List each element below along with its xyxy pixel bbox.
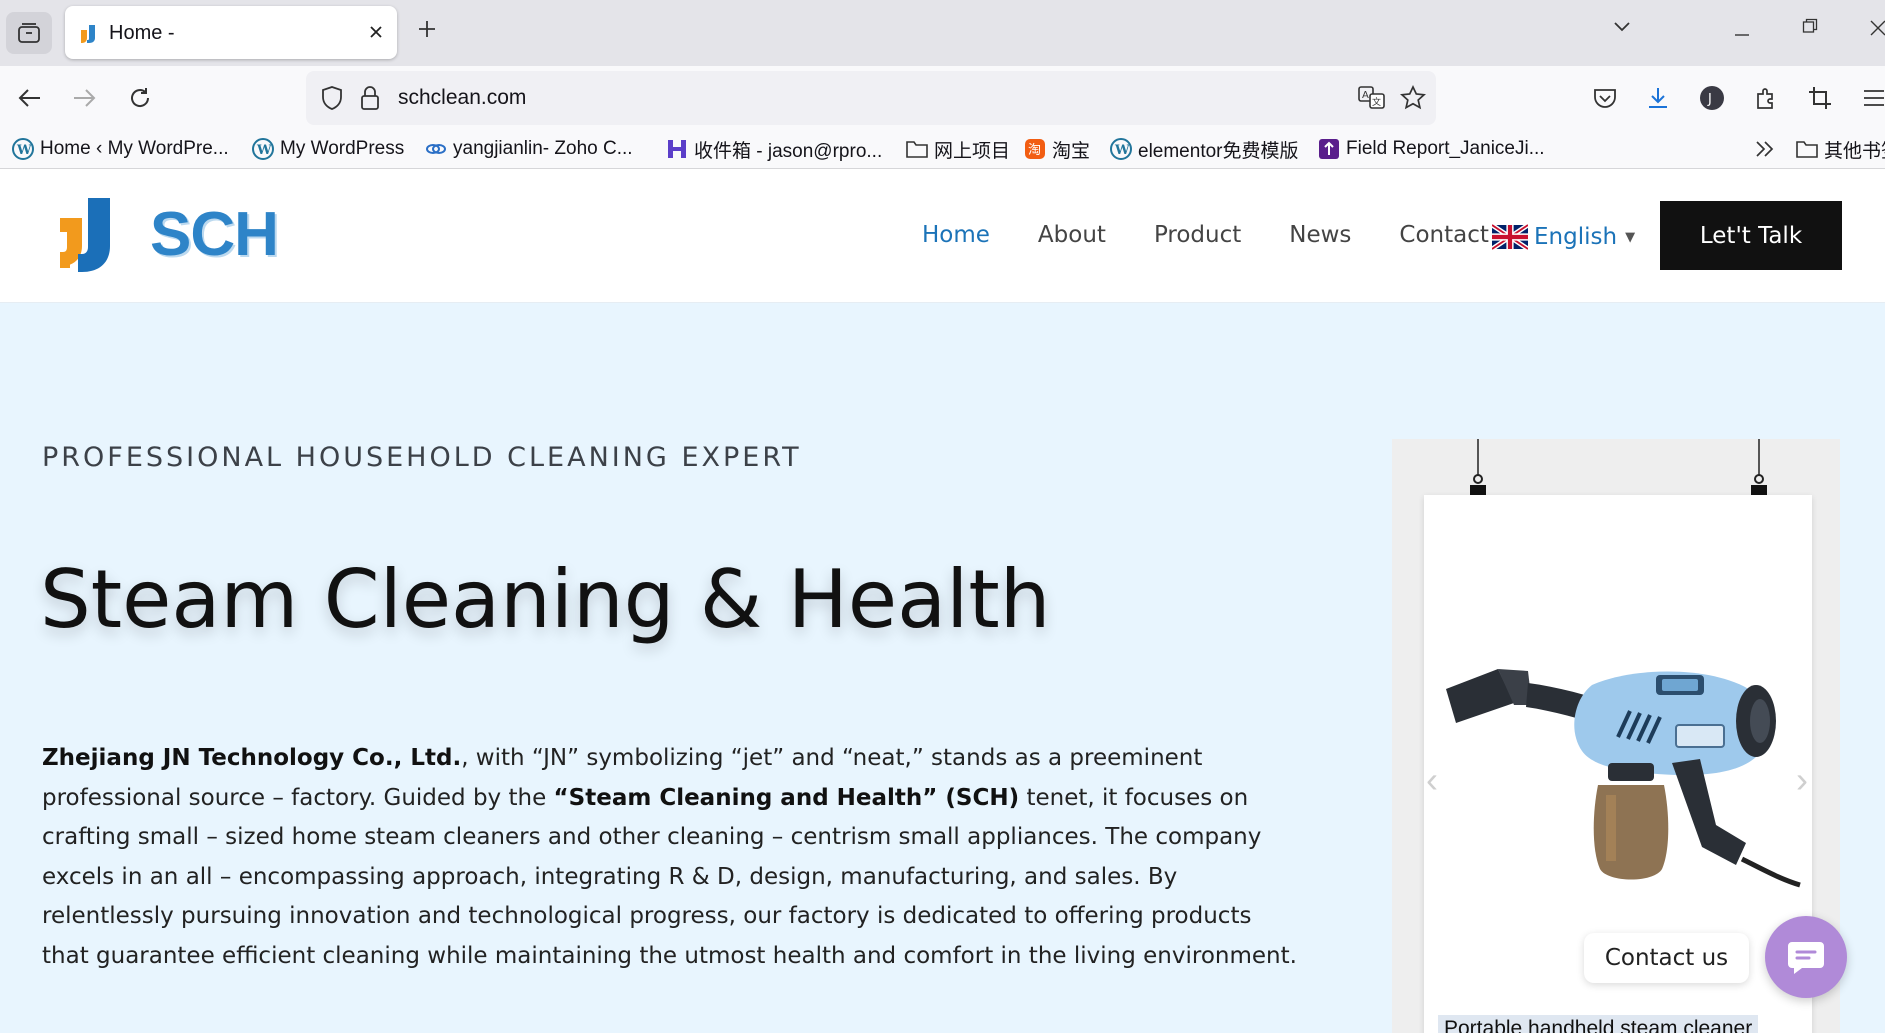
svg-text:W: W xyxy=(1114,143,1130,158)
reload-icon[interactable] xyxy=(126,84,154,112)
site-favicon-icon xyxy=(79,24,101,49)
slider-next-icon[interactable]: › xyxy=(1796,759,1808,801)
binder-clip-icon xyxy=(1470,474,1486,496)
svg-text:淘: 淘 xyxy=(1028,143,1041,158)
bookmark-item[interactable]: Field Report_JaniceJi... xyxy=(1318,135,1545,163)
bookmark-label: 网上项目 xyxy=(934,140,1011,162)
menu-product[interactable]: Product xyxy=(1154,222,1241,248)
new-tab-icon[interactable] xyxy=(416,18,438,45)
taobao-icon: 淘 xyxy=(1024,138,1046,160)
bookmark-item[interactable]: 网上项目 xyxy=(906,135,1010,163)
bookmark-label: My WordPress xyxy=(280,138,405,159)
hero-section: PROFESSIONAL HOUSEHOLD CLEANING EXPERT S… xyxy=(0,303,1885,1033)
bookmark-icon xyxy=(1318,138,1340,160)
main-menu: Home About Product News Contact xyxy=(922,222,1537,248)
svg-text:W: W xyxy=(256,143,272,158)
bookmarks-bar: W Home ‹ My WordPre... W My WordPress ya… xyxy=(0,130,1885,169)
bookmark-item[interactable]: 淘 淘宝 xyxy=(1024,135,1090,163)
hero-eyebrow: PROFESSIONAL HOUSEHOLD CLEANING EXPERT xyxy=(42,442,802,473)
tab-title: Home - xyxy=(109,22,175,44)
menu-news[interactable]: News xyxy=(1289,222,1351,248)
intro-text-2: tenet, it focuses on crafting small – si… xyxy=(42,784,1297,969)
downloads-icon[interactable] xyxy=(1644,84,1672,112)
binder-clip-icon xyxy=(1751,474,1767,496)
bookmark-item[interactable]: 收件箱 - jason@rpro... xyxy=(666,135,882,163)
language-switcher[interactable]: English ▼ xyxy=(1492,224,1635,250)
bookmark-star-icon[interactable] xyxy=(1400,85,1426,116)
bookmarks-overflow-icon[interactable] xyxy=(1754,135,1776,163)
close-window-icon[interactable] xyxy=(1870,20,1885,41)
crop-screenshot-icon[interactable] xyxy=(1806,84,1834,112)
bookmark-label: yangjianlin- Zoho C... xyxy=(453,138,633,159)
extensions-icon[interactable] xyxy=(1752,84,1780,112)
tab-overflow-chevron-icon[interactable] xyxy=(1612,16,1632,41)
pocket-icon[interactable] xyxy=(1591,84,1619,112)
bookmark-item[interactable]: W Home ‹ My WordPre... xyxy=(12,135,229,163)
hero-intro: Zhejiang JN Technology Co., Ltd., with “… xyxy=(42,739,1302,977)
menu-contact[interactable]: Contact xyxy=(1399,222,1488,248)
back-icon[interactable] xyxy=(16,84,44,112)
account-avatar-icon[interactable]: J xyxy=(1698,84,1726,112)
menu-about[interactable]: About xyxy=(1038,222,1106,248)
bookmark-item[interactable]: W elementor免费模版 xyxy=(1110,135,1299,163)
forward-icon[interactable] xyxy=(70,84,98,112)
folder-icon xyxy=(1796,138,1818,160)
site-logo[interactable]: SCH xyxy=(58,192,279,276)
steam-cleaner-product-image xyxy=(1446,669,1801,888)
slider-prev-icon[interactable]: ‹ xyxy=(1426,759,1438,801)
menu-home[interactable]: Home xyxy=(922,222,990,248)
bookmark-label: 淘宝 xyxy=(1052,140,1091,162)
tab-close-icon[interactable] xyxy=(363,19,389,45)
bookmark-item[interactable]: 其他书签 xyxy=(1796,135,1885,163)
restore-icon[interactable] xyxy=(1802,18,1818,39)
contact-us-label[interactable]: Contact us xyxy=(1584,933,1749,983)
language-label: English xyxy=(1534,224,1618,250)
bookmark-label: Home ‹ My WordPre... xyxy=(40,138,229,159)
bookmark-label: 其他书签 xyxy=(1824,140,1885,162)
tab-list-icon[interactable] xyxy=(6,12,52,54)
bookmark-item[interactable]: W My WordPress xyxy=(252,135,404,163)
logo-mark-icon xyxy=(60,198,110,272)
hero-headline: Steam Cleaning & Health xyxy=(40,553,1051,646)
menu-hamburger-icon[interactable] xyxy=(1860,84,1885,112)
hanger-wire xyxy=(1477,439,1479,475)
bookmark-label: Field Report_JaniceJi... xyxy=(1346,138,1545,159)
company-name: Zhejiang JN Technology Co., Ltd. xyxy=(42,745,462,771)
chat-widget-button[interactable] xyxy=(1765,916,1847,998)
url-text: schclean.com xyxy=(398,86,527,109)
zoho-icon xyxy=(425,138,447,160)
wordpress-icon: W xyxy=(12,138,34,160)
uk-flag-icon xyxy=(1492,224,1528,250)
lock-icon[interactable] xyxy=(360,85,380,116)
svg-text:W: W xyxy=(16,143,32,158)
caret-down-icon: ▼ xyxy=(1625,229,1636,245)
wordpress-icon: W xyxy=(252,138,274,160)
minimize-icon[interactable] xyxy=(1734,24,1750,42)
shield-icon[interactable] xyxy=(320,85,344,116)
svg-text:A: A xyxy=(1362,90,1369,101)
tenet-text: “Steam Cleaning and Health” (SCH) xyxy=(553,784,1020,811)
chat-bubble-icon xyxy=(1788,942,1824,974)
mail-icon xyxy=(666,138,688,160)
bookmark-item[interactable]: yangjianlin- Zoho C... xyxy=(425,135,633,163)
navigation-toolbar: schclean.com A文 J xyxy=(0,66,1885,130)
logo-text: SCH xyxy=(150,199,279,269)
svg-text:J: J xyxy=(1707,92,1712,107)
svg-text:文: 文 xyxy=(1372,96,1381,108)
address-bar[interactable]: schclean.com A文 xyxy=(306,71,1436,125)
translate-icon[interactable]: A文 xyxy=(1358,85,1386,116)
active-tab[interactable]: Home - xyxy=(65,6,397,59)
product-caption: Portable handheld steam cleaner xyxy=(1438,1015,1759,1033)
lets-talk-button[interactable]: Let't Talk xyxy=(1660,201,1842,270)
wordpress-icon: W xyxy=(1110,138,1132,160)
tab-bar: Home - xyxy=(0,0,1885,66)
hanger-wire xyxy=(1758,439,1760,475)
bookmark-label: elementor免费模版 xyxy=(1138,140,1299,162)
bookmark-label: 收件箱 - jason@rpro... xyxy=(694,140,883,162)
site-header: SCH Home About Product News Contact Engl… xyxy=(0,170,1885,303)
folder-icon xyxy=(906,138,928,160)
